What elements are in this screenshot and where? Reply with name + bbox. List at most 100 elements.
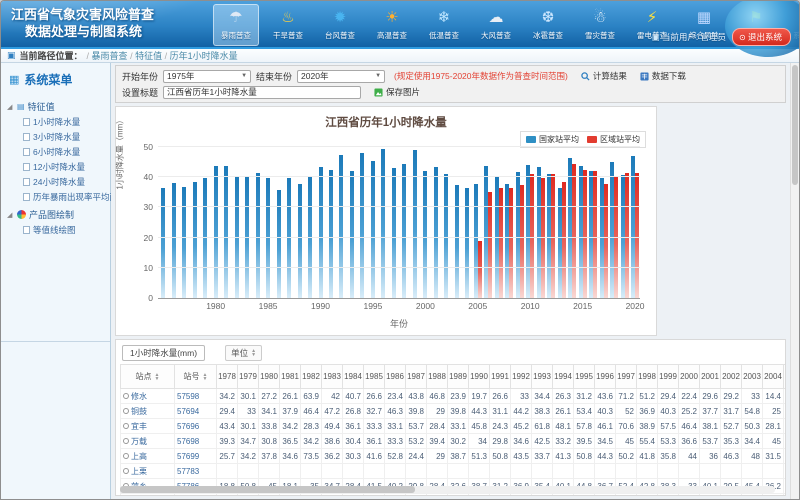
app-title-line1: 江西省气象灾害风险普查	[11, 6, 154, 23]
logout-button[interactable]: 退出系统	[732, 28, 791, 46]
unit-label: 1小时降水量(mm)	[122, 345, 205, 361]
station-radio[interactable]	[123, 408, 129, 414]
document-icon	[23, 163, 30, 171]
value-cell: 33	[511, 389, 532, 404]
column-header: 1980	[259, 365, 280, 389]
regional-bar-2017	[604, 184, 608, 298]
bar-group-1990: 1990	[315, 147, 325, 298]
y-axis-title: 1小时降水量（mm）	[115, 116, 126, 190]
value-cell: 33.3	[364, 419, 385, 434]
bar-group-2003	[452, 147, 462, 298]
value-cell: 63.9	[301, 389, 322, 404]
national-bar-1975	[161, 188, 165, 298]
value-cell: 46.1	[658, 494, 679, 497]
column-header: 1984	[343, 365, 364, 389]
data-download-button[interactable]: 数据下载	[640, 70, 686, 82]
x-tick-label: 2010	[521, 301, 540, 311]
breadcrumb-item[interactable]: 特征值	[135, 51, 162, 61]
station-radio[interactable]	[123, 393, 129, 399]
value-cell: 45.2	[511, 419, 532, 434]
breadcrumb-item[interactable]: 暴雨普查	[92, 51, 128, 61]
national-bar-1993	[350, 171, 354, 298]
value-cell: 35.3	[721, 434, 742, 449]
value-cell: 25.2	[679, 404, 700, 419]
vertical-scrollbar-thumb[interactable]	[792, 65, 798, 185]
station-name-cell: 宜丰	[121, 419, 175, 434]
station-radio[interactable]	[123, 438, 129, 444]
sidebar-group-1[interactable]: ◢产品图绘制	[7, 207, 108, 222]
gale-icon: ☁	[483, 6, 509, 30]
value-cell: 48.1	[553, 419, 574, 434]
value-cell: 40.5	[385, 494, 406, 497]
station-radio[interactable]	[123, 453, 129, 459]
nav-item-gale[interactable]: ☁大风普查	[473, 4, 519, 46]
start-year-label: 开始年份	[122, 70, 158, 83]
lightning-icon: ⚡	[639, 6, 665, 30]
toolbar-row-1: 开始年份 1975年▼ 结束年份 2020年▼ (规定使用1975-2020年数…	[122, 68, 779, 84]
bar-group-1988	[294, 147, 304, 298]
column-header: 1998	[637, 365, 658, 389]
value-cell: 30.1	[238, 419, 259, 434]
column-header-sortable[interactable]: 站点▲▼	[121, 365, 175, 389]
value-cell: 29.8	[490, 434, 511, 449]
value-cell: 31.5	[763, 449, 784, 464]
value-cell: 32.5	[343, 494, 364, 497]
value-cell: 50.3	[742, 419, 763, 434]
legend-item[interactable]: 国家站平均	[526, 134, 579, 145]
column-header: 1999	[658, 365, 679, 389]
sidebar-item-历年暴雨出现率平均雨量[interactable]: 历年暴雨出现率平均雨量	[7, 189, 108, 204]
value-cell	[238, 464, 259, 479]
nav-item-rainstorm[interactable]: ☂暴雨普查	[213, 4, 259, 46]
page-body: ▦ 系统菜单 ◢▤特征值1小时降水量3小时降水量6小时降水量12小时降水量24小…	[1, 63, 799, 499]
value-cell: 31.2	[574, 389, 595, 404]
value-cell: 37.8	[259, 449, 280, 464]
legend-item[interactable]: 区域站平均	[587, 134, 640, 145]
value-cell: 32.7	[364, 404, 385, 419]
nav-item-snow[interactable]: ☃雪灾普查	[577, 4, 623, 46]
sidebar-group-0[interactable]: ◢▤特征值	[7, 99, 108, 114]
sidebar-item-等值线绘图[interactable]: 等值线绘图	[7, 222, 108, 237]
horizontal-scrollbar-thumb[interactable]	[120, 486, 415, 493]
station-id-cell: 57698	[175, 434, 217, 449]
national-bar-1978	[193, 182, 197, 298]
bar-group-1989	[305, 147, 315, 298]
value-cell: 25.7	[217, 449, 238, 464]
nav-item-typhoon[interactable]: ✹台风普查	[317, 4, 363, 46]
chart-title-input[interactable]	[163, 86, 361, 99]
value-cell: 40.3	[595, 404, 616, 419]
sidebar-item-3小时降水量[interactable]: 3小时降水量	[7, 129, 108, 144]
nav-item-hail[interactable]: ❆冰雹普查	[525, 4, 571, 46]
bar-group-2008	[504, 147, 514, 298]
nav-item-cold[interactable]: ❄低温普查	[421, 4, 467, 46]
column-header: 2004	[763, 365, 784, 389]
save-image-button[interactable]: 保存图片	[374, 86, 420, 98]
end-year-select[interactable]: 2020年▼	[297, 70, 385, 83]
value-cell: 43.3	[469, 494, 490, 497]
gridline	[158, 206, 640, 207]
bar-group-1978	[189, 147, 199, 298]
station-radio[interactable]	[123, 468, 129, 474]
expander-icon[interactable]: ◢	[7, 211, 14, 219]
nav-item-drought[interactable]: ♨干旱普查	[265, 4, 311, 46]
start-year-select[interactable]: 1975年▼	[163, 70, 251, 83]
bar-group-2012	[546, 147, 556, 298]
station-radio[interactable]	[123, 423, 129, 429]
sidebar-item-24小时降水量[interactable]: 24小时降水量	[7, 174, 108, 189]
breadcrumb-item[interactable]: 历年1小时降水量	[170, 51, 238, 61]
sidebar-item-1小时降水量[interactable]: 1小时降水量	[7, 114, 108, 129]
save-image-icon	[374, 88, 383, 97]
value-cell: 39.8	[448, 404, 469, 419]
sidebar-item-6小时降水量[interactable]: 6小时降水量	[7, 144, 108, 159]
column-header: 1983	[322, 365, 343, 389]
unit-sort-control[interactable]: 单位 ▲▼	[225, 345, 262, 361]
station-id-cell: 57696	[175, 419, 217, 434]
column-header-sortable[interactable]: 站号▲▼	[175, 365, 217, 389]
nav-item-heat[interactable]: ☀高温普查	[369, 4, 415, 46]
bar-group-1999	[410, 147, 420, 298]
column-header: 2002	[721, 365, 742, 389]
value-cell: 29	[427, 404, 448, 419]
expander-icon[interactable]: ◢	[7, 103, 14, 111]
y-tick-label: 50	[144, 142, 153, 152]
calc-result-button[interactable]: 计算结果	[581, 70, 627, 82]
sidebar-item-12小时降水量[interactable]: 12小时降水量	[7, 159, 108, 174]
